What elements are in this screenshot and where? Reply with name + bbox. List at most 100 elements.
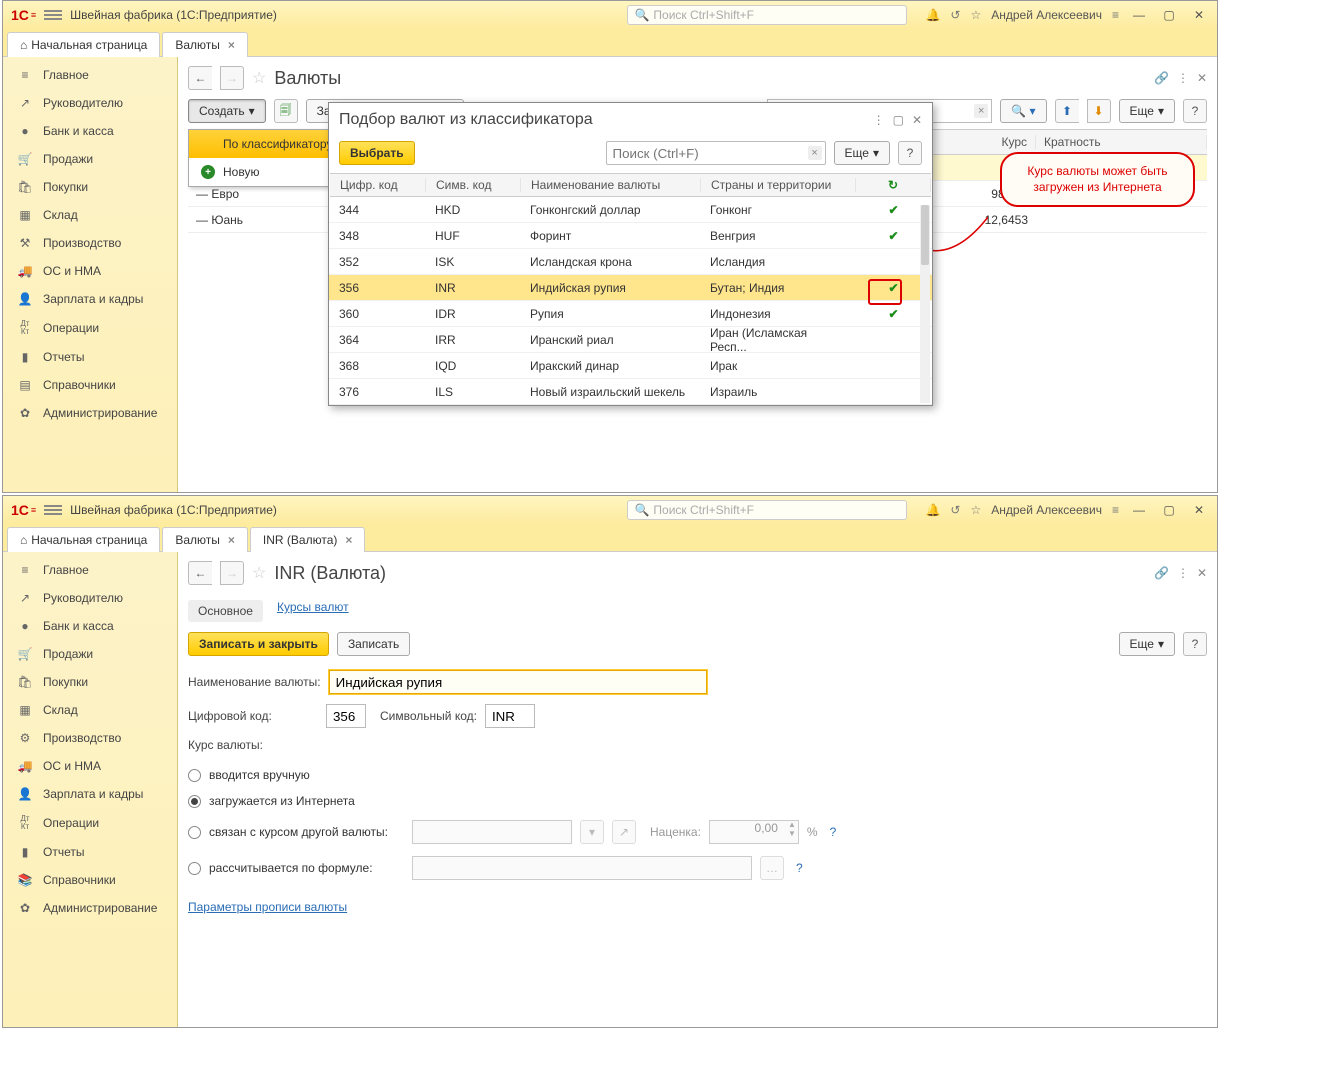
bell-icon[interactable]: 🔔	[925, 8, 940, 22]
link-icon[interactable]: 🔗	[1154, 566, 1169, 580]
move-up-button[interactable]: ⬆	[1055, 99, 1079, 123]
select-button[interactable]: Выбрать	[339, 141, 415, 165]
sidebar-item-sales[interactable]: 🛒Продажи	[3, 145, 177, 173]
sidebar-item[interactable]: 🛍Покупки	[3, 668, 177, 696]
sidebar-item[interactable]: ↗Руководителю	[3, 584, 177, 612]
sym-input[interactable]	[485, 704, 535, 728]
forward-button[interactable]: →	[220, 66, 244, 90]
close-button[interactable]: ✕	[1189, 8, 1209, 22]
sidebar-item-bank[interactable]: ●Банк и касса	[3, 117, 177, 145]
sidebar-item-reports[interactable]: ▮Отчеты	[3, 343, 177, 371]
tab-home[interactable]: ⌂ Начальная страница	[7, 32, 160, 57]
mcol-name[interactable]: Наименование валюты	[521, 178, 701, 192]
minimize-button[interactable]: —	[1129, 503, 1149, 517]
hamburger-icon[interactable]	[44, 505, 62, 515]
favorite-icon[interactable]: ☆	[252, 68, 266, 88]
sidebar-item[interactable]: 👤Зарплата и кадры	[3, 780, 177, 808]
help-button[interactable]: ?	[1183, 99, 1207, 123]
tab-currencies[interactable]: Валюты ×	[162, 527, 248, 552]
modal-search[interactable]	[606, 141, 826, 165]
sidebar-item-warehouse[interactable]: ▦Склад	[3, 201, 177, 229]
tab-inr[interactable]: INR (Валюта) ×	[250, 527, 365, 552]
mcol-country[interactable]: Страны и территории	[701, 178, 856, 192]
sidebar-item[interactable]: ≡Главное	[3, 556, 177, 584]
markup-input[interactable]: 0,00▲▼	[709, 820, 799, 844]
sidebar-item[interactable]: ▮Отчеты	[3, 838, 177, 866]
subtab-main[interactable]: Основное	[188, 600, 263, 622]
back-button[interactable]: ←	[188, 66, 212, 90]
hamburger-icon[interactable]	[44, 10, 62, 20]
tab-home[interactable]: ⌂ Начальная страница	[7, 527, 160, 552]
minimize-button[interactable]: —	[1129, 8, 1149, 22]
mcol-code[interactable]: Цифр. код	[330, 178, 426, 192]
currency-name-input[interactable]	[329, 670, 707, 694]
params-link[interactable]: Параметры прописи валюты	[188, 900, 347, 914]
subtab-rates[interactable]: Курсы валют	[277, 600, 349, 622]
bell-icon[interactable]: 🔔	[925, 503, 940, 517]
restore-icon[interactable]: ▢	[893, 113, 904, 127]
move-down-button[interactable]: ⬇	[1087, 99, 1111, 123]
ellipsis-icon[interactable]: …	[760, 856, 784, 880]
close-icon[interactable]: ✕	[912, 113, 922, 127]
scroll-thumb[interactable]	[921, 205, 929, 265]
modal-row[interactable]: 368IQDИракский динарИрак	[329, 353, 932, 379]
mcol-sym[interactable]: Симв. код	[426, 178, 521, 192]
sidebar-item[interactable]: ✿Администрирование	[3, 894, 177, 922]
chevron-down-icon[interactable]: ▾	[580, 820, 604, 844]
close-icon[interactable]: ×	[228, 533, 235, 547]
formula-input[interactable]	[412, 856, 752, 880]
star-icon[interactable]: ☆	[970, 503, 981, 517]
open-icon[interactable]: ↗	[612, 820, 636, 844]
clear-icon[interactable]: ×	[974, 104, 988, 118]
radio-manual[interactable]	[188, 769, 201, 782]
back-button[interactable]: ←	[188, 561, 212, 585]
modal-row[interactable]: 364IRRИранский риалИран (Исламская Респ.…	[329, 327, 932, 353]
sidebar-item-references[interactable]: ▤Справочники	[3, 371, 177, 399]
code-input[interactable]	[326, 704, 366, 728]
sidebar-item-purchases[interactable]: 🛍Покупки	[3, 173, 177, 201]
more-vert-icon[interactable]: ⋮	[1177, 71, 1189, 85]
close-page-icon[interactable]: ✕	[1197, 71, 1207, 85]
modal-row[interactable]: 344HKDГонконгский долларГонконг✔	[329, 197, 932, 223]
modal-help-button[interactable]: ?	[898, 141, 922, 165]
help-icon[interactable]: ?	[830, 825, 837, 839]
help-icon[interactable]: ?	[796, 861, 803, 875]
modal-row[interactable]: 348HUFФоринтВенгрия✔	[329, 223, 932, 249]
search-dropdown-button[interactable]: 🔍 ▾	[1000, 99, 1046, 123]
sidebar-item-production[interactable]: ⚒Производство	[3, 229, 177, 257]
copy-button[interactable]: 🗐	[274, 99, 298, 123]
more-button[interactable]: Еще ▾	[1119, 99, 1175, 123]
radio-linked[interactable]	[188, 826, 201, 839]
save-button[interactable]: Записать	[337, 632, 410, 656]
sidebar-item[interactable]: 🚚ОС и НМА	[3, 752, 177, 780]
sidebar-item[interactable]: 🛒Продажи	[3, 640, 177, 668]
col-mult[interactable]: Кратность	[1036, 135, 1207, 149]
sidebar-item-hr[interactable]: 👤Зарплата и кадры	[3, 285, 177, 313]
clear-icon[interactable]: ×	[808, 146, 822, 160]
sidebar-item[interactable]: ▦Склад	[3, 696, 177, 724]
modal-row[interactable]: 360IDRРупияИндонезия✔	[329, 301, 932, 327]
sidebar-item-admin[interactable]: ✿Администрирование	[3, 399, 177, 427]
modal-row[interactable]: 356INRИндийская рупияБутан; Индия✔	[329, 275, 932, 301]
close-icon[interactable]: ×	[228, 38, 235, 52]
modal-row[interactable]: 352ISKИсландская кронаИсландия	[329, 249, 932, 275]
global-search[interactable]: 🔍 Поиск Ctrl+Shift+F	[627, 5, 907, 25]
sidebar-item-manager[interactable]: ↗Руководителю	[3, 89, 177, 117]
linked-currency-input[interactable]	[412, 820, 572, 844]
close-icon[interactable]: ×	[345, 533, 352, 547]
create-button[interactable]: Создать▾	[188, 99, 266, 123]
history-icon[interactable]: ↺	[950, 8, 960, 22]
more-button[interactable]: Еще ▾	[1119, 632, 1175, 656]
history-icon[interactable]: ↺	[950, 503, 960, 517]
close-page-icon[interactable]: ✕	[1197, 566, 1207, 580]
sidebar-item[interactable]: ●Банк и касса	[3, 612, 177, 640]
scrollbar[interactable]	[920, 205, 930, 403]
sidebar-item-assets[interactable]: 🚚ОС и НМА	[3, 257, 177, 285]
mcol-refresh[interactable]: ↻	[856, 178, 931, 192]
sidebar-item-main[interactable]: ≡Главное	[3, 61, 177, 89]
radio-formula[interactable]	[188, 862, 201, 875]
more-vert-icon[interactable]: ⋮	[873, 113, 885, 127]
radio-internet[interactable]	[188, 795, 201, 808]
help-button[interactable]: ?	[1183, 632, 1207, 656]
global-search[interactable]: 🔍 Поиск Ctrl+Shift+F	[627, 500, 907, 520]
